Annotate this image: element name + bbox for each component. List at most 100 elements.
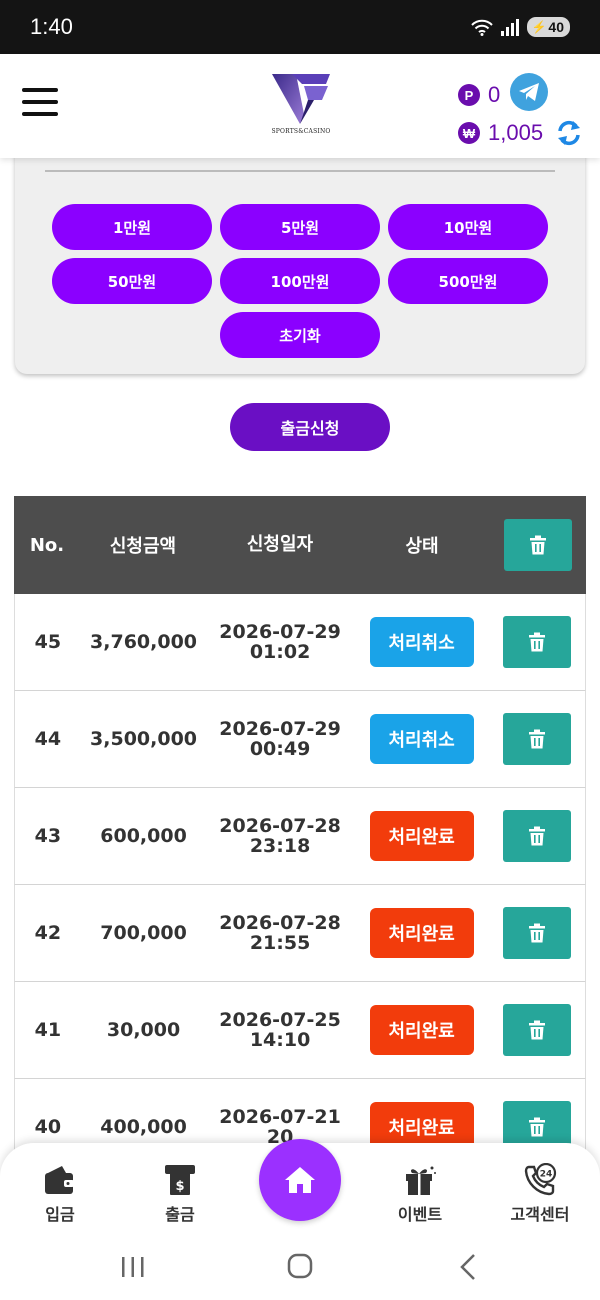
logo-mark (272, 74, 330, 124)
battery-icon: ⚡ 40 (527, 17, 570, 37)
row-no: 42 (34, 922, 62, 944)
table-row: 44 3,500,000 2026-07-29 00:49 처리취소 (14, 691, 586, 788)
amount-10k-button[interactable]: 1만원 (52, 204, 212, 250)
row-delete (489, 713, 585, 765)
wifi-icon (471, 19, 494, 36)
signal-icon (501, 18, 520, 36)
svg-text:24: 24 (540, 1170, 553, 1180)
amount-input-underline (45, 170, 555, 172)
delete-row-button[interactable] (503, 907, 572, 959)
row-date-day: 2026-07-28 (219, 815, 341, 837)
row-date: 2026-07-29 01:02 (206, 622, 353, 662)
row-delete (489, 810, 585, 862)
row-amount: 3,500,000 (90, 728, 198, 750)
col-status: 상태 (405, 536, 439, 557)
row-amount: 3,760,000 (90, 631, 198, 653)
amount-500k-button[interactable]: 50만원 (52, 258, 212, 304)
row-date-time: 14:10 (249, 1029, 311, 1051)
points-value: 0 (488, 82, 501, 107)
row-date: 2026-07-28 21:55 (206, 913, 353, 953)
row-date: 2026-07-21 20 (206, 1107, 353, 1147)
trash-icon (529, 826, 546, 846)
nav-support[interactable]: 24 고객센터 (490, 1163, 590, 1225)
table-body: 45 3,760,000 2026-07-29 01:02 처리취소 44 3,500,00… (14, 594, 586, 1176)
table-row: 43 600,000 2026-07-28 23:18 처리완료 (14, 788, 586, 885)
brand-logo[interactable]: SPORTS&CASINO (266, 70, 336, 140)
status-badge: 처리완료 (369, 1005, 474, 1055)
row-no: 41 (34, 1019, 62, 1041)
app-header: SPORTS&CASINO P 0 ₩ 1,005 (0, 54, 600, 158)
row-no: 40 (34, 1116, 62, 1138)
battery-level: 40 (548, 19, 564, 35)
nav-event[interactable]: 이벤트 (370, 1163, 470, 1225)
support-24-icon: 24 (524, 1163, 557, 1196)
row-date-day: 2026-07-21 (219, 1106, 341, 1128)
refresh-icon[interactable] (556, 119, 582, 147)
row-date-time: 01:02 (249, 641, 311, 663)
row-amount: 30,000 (106, 1019, 181, 1041)
amount-1m-button[interactable]: 100만원 (220, 258, 380, 304)
row-status: 처리취소 (354, 617, 490, 667)
row-status: 처리취소 (354, 714, 490, 764)
delete-row-button[interactable] (503, 1004, 572, 1056)
row-date-day: 2026-07-29 (219, 718, 341, 740)
table-row: 41 30,000 2026-07-25 14:10 처리완료 (14, 982, 586, 1079)
amount-50k-button[interactable]: 5만원 (220, 204, 380, 250)
status-badge: 처리완료 (369, 811, 474, 861)
status-badge: 처리취소 (369, 714, 474, 764)
delete-all-button[interactable] (504, 519, 572, 571)
row-date-time: 21:55 (249, 932, 311, 954)
back-icon[interactable] (458, 1253, 478, 1281)
row-no: 45 (34, 631, 62, 653)
home-button[interactable] (259, 1139, 341, 1221)
trash-icon (529, 729, 546, 749)
atm-icon: $ (165, 1165, 195, 1195)
nav-withdraw-label: 출금 (165, 1205, 195, 1224)
trash-icon (529, 1020, 546, 1040)
row-date-day: 2026-07-28 (219, 912, 341, 934)
menu-icon[interactable] (22, 88, 58, 118)
reset-button[interactable]: 초기화 (220, 312, 380, 358)
nav-deposit[interactable]: 입금 (10, 1163, 110, 1225)
nav-support-label: 고객센터 (510, 1205, 570, 1224)
row-no: 44 (34, 728, 62, 750)
status-icons: ⚡ 40 (471, 17, 570, 37)
nav-deposit-label: 입금 (45, 1205, 75, 1224)
row-status: 처리완료 (354, 1005, 490, 1055)
amount-5m-button[interactable]: 500만원 (388, 258, 548, 304)
row-delete (489, 616, 585, 668)
balance-value: 1,005 (488, 120, 544, 145)
won-icon: ₩ (458, 122, 480, 144)
status-badge: 처리완료 (369, 908, 474, 958)
row-date-day: 2026-07-29 (219, 621, 341, 643)
trash-icon (529, 1117, 546, 1137)
table-row: 42 700,000 2026-07-28 21:55 처리완료 (14, 885, 586, 982)
nav-withdraw[interactable]: $ 출금 (130, 1163, 230, 1225)
svg-text:$: $ (175, 1179, 184, 1194)
withdraw-history-table: No. 신청금액 신청일자 상태 45 3,760,000 2026-07-29 01… (14, 496, 586, 1176)
table-row: 45 3,760,000 2026-07-29 01:02 처리취소 (14, 594, 586, 691)
trash-icon (529, 923, 546, 943)
bottom-navigation: 입금 $ 출금 이벤트 24 고객센터 (0, 1139, 600, 1233)
home-nav-icon[interactable] (287, 1253, 313, 1279)
row-status: 처리완료 (354, 908, 490, 958)
withdraw-request-button[interactable]: 출금신청 (230, 403, 390, 451)
gift-icon (406, 1166, 436, 1195)
points-icon: P (458, 84, 480, 106)
row-delete (489, 907, 585, 959)
row-date-time: 23:18 (249, 835, 311, 857)
amount-100k-button[interactable]: 10만원 (388, 204, 548, 250)
trash-icon (530, 535, 546, 555)
delete-row-button[interactable] (503, 713, 572, 765)
telegram-icon[interactable] (510, 73, 548, 111)
status-time: 1:40 (30, 14, 73, 39)
delete-row-button[interactable] (503, 616, 572, 668)
row-delete (489, 1004, 585, 1056)
row-date-time: 00:49 (249, 738, 311, 760)
col-no: No. (29, 534, 65, 556)
recent-apps-icon[interactable] (120, 1255, 146, 1279)
row-amount: 600,000 (100, 825, 187, 847)
col-delete (490, 519, 586, 571)
delete-row-button[interactable] (503, 810, 572, 862)
wallet-icon (45, 1166, 74, 1194)
